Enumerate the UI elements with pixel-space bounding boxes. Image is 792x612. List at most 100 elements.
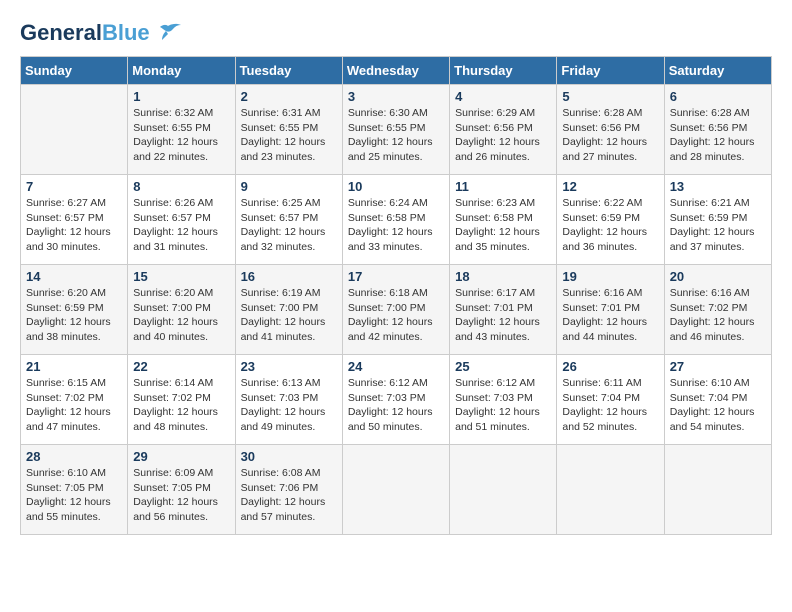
day-number: 1 bbox=[133, 89, 229, 104]
day-number: 17 bbox=[348, 269, 444, 284]
day-number: 20 bbox=[670, 269, 766, 284]
day-info: Sunrise: 6:29 AM Sunset: 6:56 PM Dayligh… bbox=[455, 106, 551, 165]
day-number: 13 bbox=[670, 179, 766, 194]
day-info: Sunrise: 6:20 AM Sunset: 6:59 PM Dayligh… bbox=[26, 286, 122, 345]
day-info: Sunrise: 6:32 AM Sunset: 6:55 PM Dayligh… bbox=[133, 106, 229, 165]
calendar-week-row: 7Sunrise: 6:27 AM Sunset: 6:57 PM Daylig… bbox=[21, 175, 772, 265]
day-info: Sunrise: 6:27 AM Sunset: 6:57 PM Dayligh… bbox=[26, 196, 122, 255]
day-info: Sunrise: 6:28 AM Sunset: 6:56 PM Dayligh… bbox=[562, 106, 658, 165]
day-of-week-header: Sunday bbox=[21, 57, 128, 85]
day-number: 27 bbox=[670, 359, 766, 374]
calendar-header-row: SundayMondayTuesdayWednesdayThursdayFrid… bbox=[21, 57, 772, 85]
calendar-cell: 25Sunrise: 6:12 AM Sunset: 7:03 PM Dayli… bbox=[450, 355, 557, 445]
calendar-cell: 3 Sunrise: 6:30 AM Sunset: 6:55 PM Daylig… bbox=[342, 85, 449, 175]
calendar-cell: 6 Sunrise: 6:28 AM Sunset: 6:56 PM Daylig… bbox=[664, 85, 771, 175]
calendar-cell: 24Sunrise: 6:12 AM Sunset: 7:03 PM Dayli… bbox=[342, 355, 449, 445]
calendar-cell bbox=[21, 85, 128, 175]
day-info: Sunrise: 6:18 AM Sunset: 7:00 PM Dayligh… bbox=[348, 286, 444, 345]
day-info: Sunrise: 6:10 AM Sunset: 7:05 PM Dayligh… bbox=[26, 466, 122, 525]
day-number: 2 bbox=[241, 89, 337, 104]
day-info: Sunrise: 6:15 AM Sunset: 7:02 PM Dayligh… bbox=[26, 376, 122, 435]
calendar-cell: 27 Sunrise: 6:10 AM Sunset: 7:04 PM Dayli… bbox=[664, 355, 771, 445]
calendar-week-row: 21 Sunrise: 6:15 AM Sunset: 7:02 PM Dayli… bbox=[21, 355, 772, 445]
calendar-cell bbox=[450, 445, 557, 535]
calendar-cell: 10Sunrise: 6:24 AM Sunset: 6:58 PM Dayli… bbox=[342, 175, 449, 265]
calendar-week-row: 14 Sunrise: 6:20 AM Sunset: 6:59 PM Dayli… bbox=[21, 265, 772, 355]
calendar-cell: 26 Sunrise: 6:11 AM Sunset: 7:04 PM Dayli… bbox=[557, 355, 664, 445]
logo-bird-icon bbox=[154, 22, 182, 44]
calendar-cell: 7Sunrise: 6:27 AM Sunset: 6:57 PM Daylig… bbox=[21, 175, 128, 265]
calendar-cell: 19 Sunrise: 6:16 AM Sunset: 7:01 PM Dayli… bbox=[557, 265, 664, 355]
day-number: 28 bbox=[26, 449, 122, 464]
logo: GeneralBlue bbox=[20, 20, 182, 46]
day-number: 18 bbox=[455, 269, 551, 284]
day-info: Sunrise: 6:22 AM Sunset: 6:59 PM Dayligh… bbox=[562, 196, 658, 255]
day-number: 9 bbox=[241, 179, 337, 194]
day-info: Sunrise: 6:08 AM Sunset: 7:06 PM Dayligh… bbox=[241, 466, 337, 525]
calendar-body: 1 Sunrise: 6:32 AM Sunset: 6:55 PM Daylig… bbox=[21, 85, 772, 535]
day-of-week-header: Tuesday bbox=[235, 57, 342, 85]
calendar-cell: 4 Sunrise: 6:29 AM Sunset: 6:56 PM Daylig… bbox=[450, 85, 557, 175]
day-info: Sunrise: 6:23 AM Sunset: 6:58 PM Dayligh… bbox=[455, 196, 551, 255]
day-info: Sunrise: 6:30 AM Sunset: 6:55 PM Dayligh… bbox=[348, 106, 444, 165]
calendar-cell bbox=[664, 445, 771, 535]
day-number: 25 bbox=[455, 359, 551, 374]
calendar-cell: 15Sunrise: 6:20 AM Sunset: 7:00 PM Dayli… bbox=[128, 265, 235, 355]
page-header: GeneralBlue bbox=[20, 20, 772, 46]
day-number: 22 bbox=[133, 359, 229, 374]
calendar-cell: 8Sunrise: 6:26 AM Sunset: 6:57 PM Daylig… bbox=[128, 175, 235, 265]
day-number: 21 bbox=[26, 359, 122, 374]
calendar-cell: 21 Sunrise: 6:15 AM Sunset: 7:02 PM Dayli… bbox=[21, 355, 128, 445]
day-info: Sunrise: 6:17 AM Sunset: 7:01 PM Dayligh… bbox=[455, 286, 551, 345]
day-number: 30 bbox=[241, 449, 337, 464]
day-info: Sunrise: 6:16 AM Sunset: 7:01 PM Dayligh… bbox=[562, 286, 658, 345]
day-number: 10 bbox=[348, 179, 444, 194]
day-info: Sunrise: 6:13 AM Sunset: 7:03 PM Dayligh… bbox=[241, 376, 337, 435]
day-number: 26 bbox=[562, 359, 658, 374]
calendar-cell: 9 Sunrise: 6:25 AM Sunset: 6:57 PM Daylig… bbox=[235, 175, 342, 265]
day-number: 6 bbox=[670, 89, 766, 104]
calendar-cell: 18 Sunrise: 6:17 AM Sunset: 7:01 PM Dayli… bbox=[450, 265, 557, 355]
calendar-cell: 13 Sunrise: 6:21 AM Sunset: 6:59 PM Dayli… bbox=[664, 175, 771, 265]
day-number: 15 bbox=[133, 269, 229, 284]
calendar-cell: 22 Sunrise: 6:14 AM Sunset: 7:02 PM Dayli… bbox=[128, 355, 235, 445]
calendar-cell: 17 Sunrise: 6:18 AM Sunset: 7:00 PM Dayli… bbox=[342, 265, 449, 355]
day-number: 12 bbox=[562, 179, 658, 194]
day-of-week-header: Saturday bbox=[664, 57, 771, 85]
calendar-cell bbox=[557, 445, 664, 535]
calendar-cell: 14 Sunrise: 6:20 AM Sunset: 6:59 PM Dayli… bbox=[21, 265, 128, 355]
day-info: Sunrise: 6:19 AM Sunset: 7:00 PM Dayligh… bbox=[241, 286, 337, 345]
day-number: 11 bbox=[455, 179, 551, 194]
day-number: 29 bbox=[133, 449, 229, 464]
day-number: 16 bbox=[241, 269, 337, 284]
day-info: Sunrise: 6:21 AM Sunset: 6:59 PM Dayligh… bbox=[670, 196, 766, 255]
day-number: 5 bbox=[562, 89, 658, 104]
day-info: Sunrise: 6:09 AM Sunset: 7:05 PM Dayligh… bbox=[133, 466, 229, 525]
day-number: 19 bbox=[562, 269, 658, 284]
calendar-table: SundayMondayTuesdayWednesdayThursdayFrid… bbox=[20, 56, 772, 535]
day-info: Sunrise: 6:10 AM Sunset: 7:04 PM Dayligh… bbox=[670, 376, 766, 435]
day-of-week-header: Thursday bbox=[450, 57, 557, 85]
logo-text: GeneralBlue bbox=[20, 20, 150, 46]
calendar-cell: 16 Sunrise: 6:19 AM Sunset: 7:00 PM Dayli… bbox=[235, 265, 342, 355]
calendar-cell: 23Sunrise: 6:13 AM Sunset: 7:03 PM Dayli… bbox=[235, 355, 342, 445]
day-info: Sunrise: 6:25 AM Sunset: 6:57 PM Dayligh… bbox=[241, 196, 337, 255]
day-number: 3 bbox=[348, 89, 444, 104]
calendar-cell: 5 Sunrise: 6:28 AM Sunset: 6:56 PM Daylig… bbox=[557, 85, 664, 175]
calendar-cell: 30 Sunrise: 6:08 AM Sunset: 7:06 PM Dayli… bbox=[235, 445, 342, 535]
calendar-cell bbox=[342, 445, 449, 535]
calendar-cell: 2 Sunrise: 6:31 AM Sunset: 6:55 PM Daylig… bbox=[235, 85, 342, 175]
day-number: 8 bbox=[133, 179, 229, 194]
calendar-cell: 1 Sunrise: 6:32 AM Sunset: 6:55 PM Daylig… bbox=[128, 85, 235, 175]
day-of-week-header: Wednesday bbox=[342, 57, 449, 85]
calendar-week-row: 1 Sunrise: 6:32 AM Sunset: 6:55 PM Daylig… bbox=[21, 85, 772, 175]
day-info: Sunrise: 6:14 AM Sunset: 7:02 PM Dayligh… bbox=[133, 376, 229, 435]
calendar-cell: 11 Sunrise: 6:23 AM Sunset: 6:58 PM Dayli… bbox=[450, 175, 557, 265]
day-info: Sunrise: 6:28 AM Sunset: 6:56 PM Dayligh… bbox=[670, 106, 766, 165]
day-number: 14 bbox=[26, 269, 122, 284]
day-info: Sunrise: 6:11 AM Sunset: 7:04 PM Dayligh… bbox=[562, 376, 658, 435]
day-info: Sunrise: 6:16 AM Sunset: 7:02 PM Dayligh… bbox=[670, 286, 766, 345]
calendar-cell: 28 Sunrise: 6:10 AM Sunset: 7:05 PM Dayli… bbox=[21, 445, 128, 535]
day-info: Sunrise: 6:31 AM Sunset: 6:55 PM Dayligh… bbox=[241, 106, 337, 165]
day-number: 4 bbox=[455, 89, 551, 104]
